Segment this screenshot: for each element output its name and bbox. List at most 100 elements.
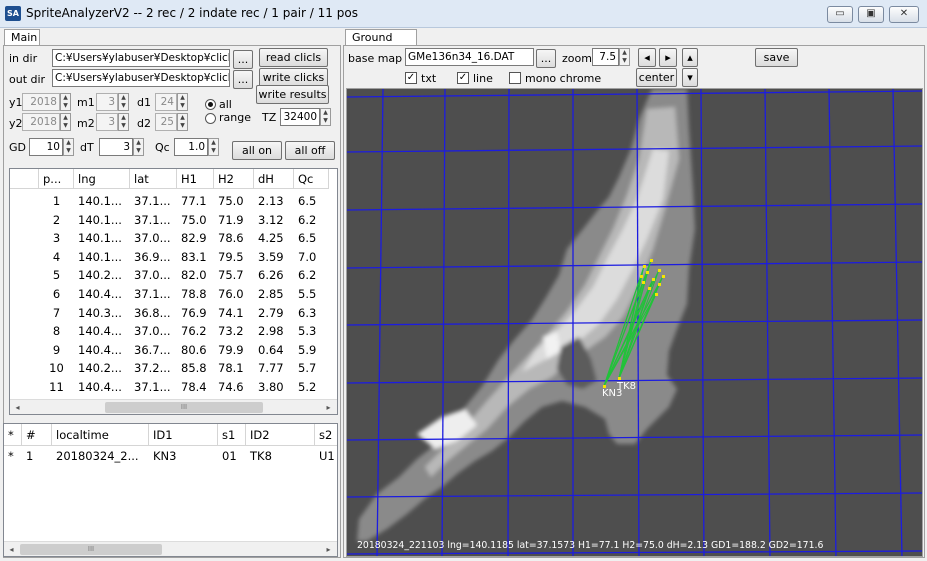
gd-spinner[interactable]: ▲ ▼ bbox=[63, 138, 74, 156]
out-dir-browse-button[interactable]: ... bbox=[233, 70, 253, 89]
y1-spinner[interactable]: ▲ ▼ bbox=[60, 93, 71, 111]
point-cell: 6.5 bbox=[298, 194, 317, 208]
point-cell: 5.2 bbox=[298, 380, 317, 394]
point-cell: 140.4... bbox=[78, 342, 122, 357]
column-header[interactable]: * bbox=[4, 424, 22, 446]
mono-chrome-checkbox[interactable] bbox=[509, 72, 521, 84]
read-clicks-button[interactable]: read clicls bbox=[259, 48, 328, 67]
d2-field[interactable]: 25 bbox=[155, 113, 177, 131]
y2-spinner[interactable]: ▲ ▼ bbox=[60, 113, 71, 131]
all-radio[interactable] bbox=[205, 99, 216, 110]
qc-spinner[interactable]: ▲ ▼ bbox=[208, 138, 219, 156]
scroll-thumb[interactable]: III bbox=[105, 402, 263, 413]
all-on-button[interactable]: all on bbox=[232, 141, 282, 160]
minimize-button[interactable]: ▭ bbox=[827, 6, 853, 23]
maximize-button[interactable]: ▣ bbox=[858, 6, 884, 23]
column-header[interactable]: lat bbox=[130, 169, 177, 189]
line-checkbox[interactable]: ✓ bbox=[457, 72, 469, 84]
d2-spinner[interactable]: ▲ ▼ bbox=[177, 113, 188, 131]
y1-field[interactable]: 2018 bbox=[22, 93, 60, 111]
txt-checkbox[interactable]: ✓ bbox=[405, 72, 417, 84]
point-cell: 4 bbox=[52, 249, 61, 264]
column-header[interactable]: ID1 bbox=[149, 424, 218, 446]
pairs-table[interactable]: * # localtime ID1 s1 ID2 s2 * 1 20180324… bbox=[3, 423, 338, 557]
all-off-button[interactable]: all off bbox=[285, 141, 335, 160]
column-header[interactable]: p... bbox=[39, 169, 74, 189]
tab-ground-map[interactable]: Ground Map bbox=[345, 29, 417, 60]
pairs-horizontal-scrollbar[interactable]: ◂ III ▸ bbox=[4, 541, 337, 556]
point-cell: 7.0 bbox=[298, 249, 317, 264]
write-results-button[interactable]: write results bbox=[256, 85, 329, 104]
point-cell: 6 bbox=[52, 287, 61, 301]
column-header[interactable]: s2 bbox=[315, 424, 337, 446]
pair-cell-localtime: 20180324_2... bbox=[56, 449, 139, 463]
pan-up-button[interactable]: ▴ bbox=[682, 48, 698, 67]
points-table[interactable]: p... lng lat H1 H2 dH Qc 1 140.1... 37.1..… bbox=[9, 168, 338, 415]
point-cell: 73.2 bbox=[218, 324, 244, 339]
in-dir-label: in dir bbox=[9, 52, 38, 65]
in-dir-browse-button[interactable]: ... bbox=[233, 50, 253, 69]
m1-spinner[interactable]: ▲ ▼ bbox=[118, 93, 129, 111]
m1-label: m1 bbox=[77, 96, 95, 109]
close-button[interactable]: ✕ bbox=[889, 6, 919, 23]
m1-field[interactable]: 3 bbox=[96, 93, 118, 111]
pan-down-button[interactable]: ▾ bbox=[682, 68, 698, 87]
m2-spinner[interactable]: ▲ ▼ bbox=[118, 113, 129, 131]
d1-field[interactable]: 24 bbox=[155, 93, 177, 111]
column-header[interactable]: H2 bbox=[214, 169, 254, 189]
points-horizontal-scrollbar[interactable]: ◂ III ▸ bbox=[10, 399, 337, 414]
column-header[interactable]: dH bbox=[254, 169, 294, 189]
point-cell: 79.9 bbox=[218, 342, 244, 357]
point-cell: 37.1... bbox=[134, 212, 171, 227]
save-button[interactable]: save bbox=[755, 48, 798, 67]
d1-spinner[interactable]: ▲ ▼ bbox=[177, 93, 188, 111]
zoom-field[interactable]: 7.5 bbox=[592, 48, 619, 66]
zoom-spinner[interactable]: ▲ ▼ bbox=[619, 48, 630, 66]
scroll-right-arrow[interactable]: ▸ bbox=[321, 400, 336, 414]
point-cell: 37.0... bbox=[134, 324, 171, 339]
point-cell: 2.79 bbox=[258, 305, 284, 320]
ground-map-canvas[interactable]: KN3 TK8 20180324_221103 lng=140.1185 lat… bbox=[347, 89, 923, 557]
pan-left-button[interactable]: ◂ bbox=[638, 48, 656, 67]
pan-right-button[interactable]: ▸ bbox=[659, 48, 677, 67]
point-cell: 78.4 bbox=[181, 380, 207, 394]
range-radio[interactable] bbox=[205, 113, 216, 124]
column-header[interactable]: localtime bbox=[52, 424, 149, 446]
scroll-left-arrow[interactable]: ◂ bbox=[4, 542, 19, 556]
m2-field[interactable]: 3 bbox=[96, 113, 118, 131]
column-header[interactable]: s1 bbox=[218, 424, 246, 446]
point-cell: 140.2... bbox=[78, 268, 122, 283]
point-cell: 9 bbox=[52, 342, 61, 357]
y2-field[interactable]: 2018 bbox=[22, 113, 60, 131]
base-map-field[interactable]: GMe136n34_16.DAT bbox=[405, 48, 534, 66]
dt-spinner[interactable]: ▲ ▼ bbox=[133, 138, 144, 156]
dt-field[interactable]: 3 bbox=[99, 138, 133, 156]
scroll-thumb[interactable]: III bbox=[20, 544, 162, 555]
out-dir-field[interactable]: C:¥Users¥ylabuser¥Desktop¥clicks bbox=[52, 69, 230, 87]
column-header[interactable]: H1 bbox=[177, 169, 214, 189]
column-header[interactable]: ID2 bbox=[246, 424, 315, 446]
point-cell: 6.26 bbox=[258, 268, 284, 283]
tz-spinner[interactable]: ▲ ▼ bbox=[320, 108, 331, 126]
ground-map-view[interactable]: KN3 TK8 20180324_221103 lng=140.1185 lat… bbox=[346, 88, 923, 557]
base-map-browse-button[interactable]: ... bbox=[536, 49, 556, 68]
point-cell: 5.7 bbox=[298, 361, 317, 376]
column-header[interactable]: Qc bbox=[294, 169, 329, 189]
center-button[interactable]: center bbox=[636, 68, 677, 87]
point-cell: 78.6 bbox=[218, 231, 244, 246]
gd-field[interactable]: 10 bbox=[29, 138, 63, 156]
scroll-right-arrow[interactable]: ▸ bbox=[321, 542, 336, 556]
point-cell: 140.1... bbox=[78, 194, 122, 208]
point-cell: 85.8 bbox=[181, 361, 207, 376]
column-header[interactable]: lng bbox=[74, 169, 130, 189]
qc-field[interactable]: 1.0 bbox=[174, 138, 208, 156]
point-cell: 140.1... bbox=[78, 212, 122, 227]
point-cell: 74.1 bbox=[218, 305, 244, 320]
column-header[interactable]: # bbox=[22, 424, 52, 446]
y1-label: y1 bbox=[9, 96, 23, 109]
point-cell: 76.0 bbox=[218, 287, 244, 301]
tz-field[interactable]: 32400 bbox=[280, 108, 320, 126]
tab-main[interactable]: Main bbox=[4, 29, 40, 46]
scroll-left-arrow[interactable]: ◂ bbox=[10, 400, 25, 414]
in-dir-field[interactable]: C:¥Users¥ylabuser¥Desktop¥clicks bbox=[52, 49, 230, 67]
